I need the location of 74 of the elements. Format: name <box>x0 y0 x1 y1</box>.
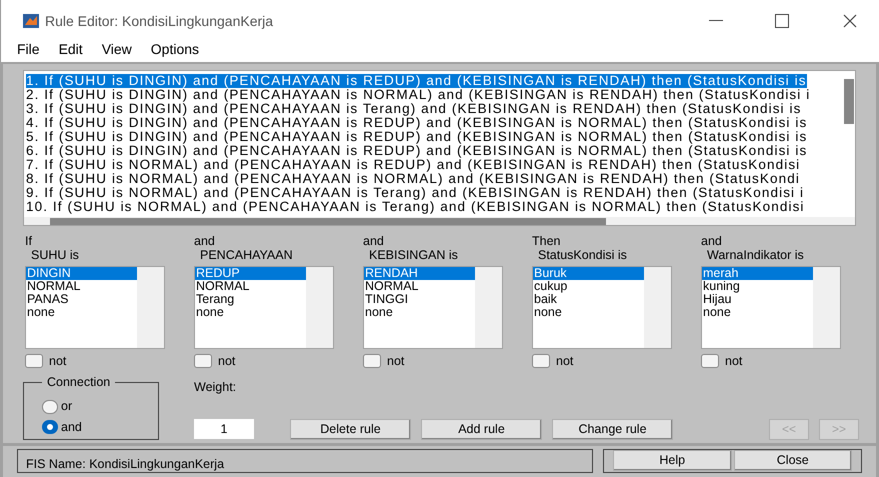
menu-item[interactable]: File <box>17 38 40 60</box>
rule-item[interactable]: 6. If (SUHU is DINGIN) and (PENCAHAYAAN is REDUP) and (KEBISINGAN is NORMAL) then (StatusKondisi is <box>26 144 808 158</box>
app-logo-icon <box>23 14 39 28</box>
radio-button[interactable] <box>42 420 58 434</box>
term-item[interactable]: REDUP <box>195 267 306 280</box>
radio-label: or <box>61 398 72 416</box>
scrollbar-thumb[interactable] <box>844 79 854 124</box>
variable-label: PENCAHAYAAN <box>199 248 294 262</box>
menu-item[interactable]: Edit <box>58 38 83 60</box>
term-item[interactable]: NORMAL <box>195 280 306 293</box>
radio-button[interactable] <box>42 400 58 414</box>
checkbox[interactable] <box>25 354 43 368</box>
rule-item[interactable]: 4. If (SUHU is DINGIN) and (PENCAHAYAAN is REDUP) and (KEBISINGAN is NORMAL) then (StatusKondisi is <box>26 116 808 130</box>
variable-label: StatusKondisi is <box>537 248 628 262</box>
term-item[interactable]: none <box>195 306 306 319</box>
connector-label: and <box>194 234 216 248</box>
weight-field[interactable]: 1 <box>194 419 254 440</box>
window-title: Rule Editor: KondisiLingkunganKerja <box>45 12 274 31</box>
checkbox-label: not <box>218 353 236 370</box>
connector-label: If <box>25 234 33 248</box>
checkbox-label: not <box>556 353 574 370</box>
scrollbar-thumb[interactable] <box>50 218 606 224</box>
term-item[interactable]: Hijau <box>702 293 813 306</box>
variable-label: SUHU is <box>30 248 80 262</box>
status-text: FIS Name: KondisiLingkunganKerja <box>26 456 224 471</box>
term-item[interactable]: PANAS <box>26 293 137 306</box>
footer-button[interactable]: Help <box>613 450 732 472</box>
term-item[interactable]: Terang <box>195 293 306 306</box>
menu-item[interactable]: View <box>102 38 132 60</box>
term-item[interactable]: Buruk <box>533 267 644 280</box>
close-icon[interactable] <box>843 14 857 28</box>
term-item[interactable]: cukup <box>533 280 644 293</box>
checkbox[interactable] <box>194 354 212 368</box>
rule-item[interactable]: 1. If (SUHU is DINGIN) and (PENCAHAYAAN is REDUP) and (KEBISINGAN is RENDAH) then (StatusKondisi is <box>26 74 807 88</box>
group-title: Connection <box>42 374 116 389</box>
rule-item[interactable]: 2. If (SUHU is DINGIN) and (PENCAHAYAAN is NORMAL) and (KEBISINGAN is RENDAH) then (StatusKondisi i <box>26 88 810 102</box>
rule-item[interactable]: 5. If (SUHU is DINGIN) and (PENCAHAYAAN is REDUP) and (KEBISINGAN is NORMAL) then (StatusKondisi is <box>26 130 808 144</box>
term-item[interactable]: NORMAL <box>364 280 475 293</box>
rule-item[interactable]: 7. If (SUHU is NORMAL) and (PENCAHAYAAN is REDUP) and (KEBISINGAN is RENDAH) then (StatusKondisi <box>26 158 800 172</box>
variable-label: WarnaIndikator is <box>706 248 805 262</box>
term-item[interactable]: none <box>533 306 644 319</box>
checkbox[interactable] <box>701 354 719 368</box>
term-item[interactable]: none <box>364 306 475 319</box>
checkbox[interactable] <box>532 354 550 368</box>
rule-button[interactable]: Add rule <box>421 418 542 440</box>
rule-item[interactable]: 8. If (SUHU is NORMAL) and (PENCAHAYAAN is NORMAL) and (KEBISINGAN is RENDAH) then (StatusKondi <box>26 172 800 186</box>
connector-label: and <box>701 234 723 248</box>
rule-button[interactable]: Change rule <box>552 418 673 440</box>
checkbox-label: not <box>725 353 742 370</box>
rule-item[interactable]: 9. If (SUHU is NORMAL) and (PENCAHAYAAN is Terang) and (KEBISINGAN is RENDAH) then (StatusKondisi i <box>26 186 804 200</box>
variable-label: KEBISINGAN is <box>368 248 459 262</box>
term-item[interactable]: merah <box>702 267 813 280</box>
rule-item[interactable]: 3. If (SUHU is DINGIN) and (PENCAHAYAAN is Terang) and (KEBISINGAN is RENDAH) then (StatusKondisi is <box>26 102 802 116</box>
checkbox[interactable] <box>363 354 381 368</box>
connector-label: Then <box>532 234 562 248</box>
connector-label: and <box>363 234 385 248</box>
term-item[interactable]: NORMAL <box>26 280 137 293</box>
menu-item[interactable]: Options <box>150 38 200 60</box>
term-item[interactable]: RENDAH <box>364 267 475 280</box>
maximize-icon[interactable] <box>775 14 789 28</box>
weight-label: Weight: <box>194 378 238 396</box>
term-item[interactable]: kuning <box>702 280 813 293</box>
rule-button[interactable]: Delete rule <box>290 418 411 440</box>
radio-label: and <box>61 419 82 436</box>
term-item[interactable]: DINGIN <box>26 267 137 280</box>
term-item[interactable]: none <box>26 306 137 319</box>
minimize-icon[interactable] <box>709 20 723 22</box>
term-item[interactable]: none <box>702 306 813 319</box>
checkbox-label: not <box>49 353 66 370</box>
footer-button[interactable]: Close <box>734 450 852 472</box>
rule-item[interactable]: 10. If (SUHU is NORMAL) and (PENCAHAYAAN is Terang) and (KEBISINGAN is NORMAL) then (StatusKondisi <box>26 200 805 214</box>
term-item[interactable]: baik <box>533 293 644 306</box>
term-item[interactable]: TINGGI <box>364 293 475 306</box>
checkbox-label: not <box>387 353 404 370</box>
